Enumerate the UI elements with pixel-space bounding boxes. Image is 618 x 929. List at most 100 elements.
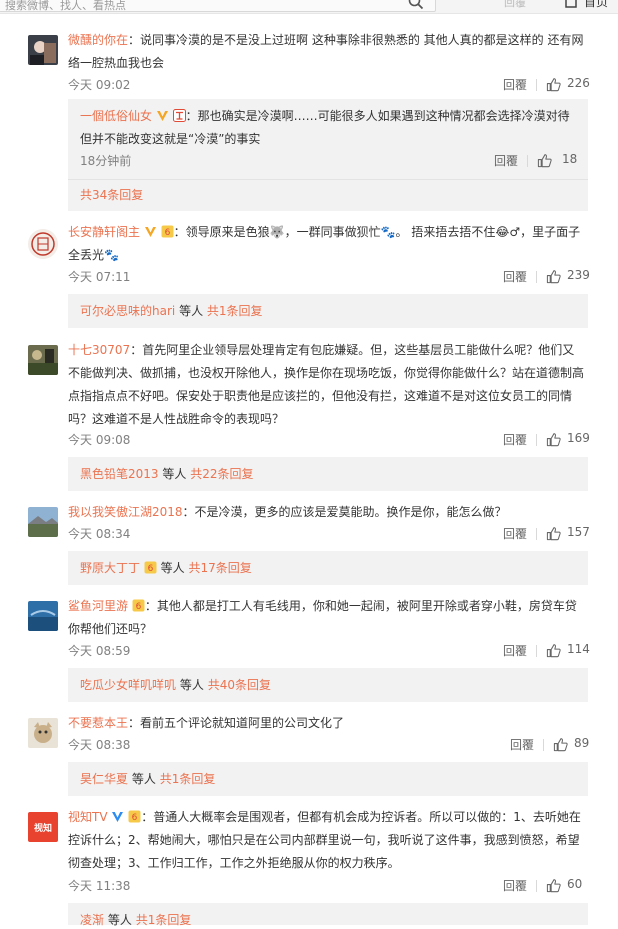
more-replies-count[interactable]: 共40条回复 xyxy=(208,678,271,692)
comment-body: ：其他人都是打工人有毛线用，你和她一起闹，被阿里开除或者穿小鞋，房贷车贷你帮他们… xyxy=(68,599,577,636)
comment-time: 今天 08:34 xyxy=(68,527,131,541)
more-replies-mid: 等人 xyxy=(179,678,204,692)
search-icon[interactable] xyxy=(408,0,424,10)
like-count: 169 xyxy=(567,431,590,445)
comment-body: ：普通人大概率会是围观者，但都有机会成为控诉者。所以可以做的：1、去听她在控诉什… xyxy=(68,810,581,870)
username-link[interactable]: 鲨鱼河里游 xyxy=(68,599,128,613)
reply-button[interactable]: 回覆 xyxy=(503,877,527,894)
svg-text:6: 6 xyxy=(164,228,170,238)
top-cut-label: 回覆 xyxy=(504,0,526,9)
more-replies-link[interactable]: 昊仁华夏 等人 共1条回复 xyxy=(80,770,215,788)
member-badge-icon: 6 xyxy=(128,810,141,823)
more-replies-user[interactable]: 可尔必思味的hari xyxy=(80,304,175,318)
like-icon[interactable] xyxy=(546,878,561,893)
home-icon[interactable] xyxy=(565,0,577,8)
avatar[interactable] xyxy=(28,507,58,537)
reply-box: 吃瓜少女咩叽咩叽 等人 共40条回复 xyxy=(68,668,588,702)
more-replies-link[interactable]: 野原大丁丁 6 等人 共17条回复 xyxy=(80,559,252,577)
username-link[interactable]: 十七30707 xyxy=(68,343,130,357)
reply-button[interactable]: 回覆 xyxy=(503,642,527,659)
sub-reply-body: ：那也确实是冷漠啊……可能很多人如果遇到这种情况都会选择冷漠对待但并不能改变这就… xyxy=(80,109,570,146)
sub-username-link[interactable]: 一個低俗仙女 xyxy=(80,109,152,123)
avatar[interactable] xyxy=(28,718,58,748)
comment-meta: 今天 08:34 回覆 157 xyxy=(68,525,590,543)
reply-box: 黑色铅笔2013 等人 共22条回复 xyxy=(68,457,588,491)
comment-time: 今天 08:59 xyxy=(68,644,131,658)
comment-text: 我以我笑傲江湖2018：不是冷漠，更多的应该是爱莫能助。换作是你，能怎么做？ xyxy=(68,501,586,524)
username-link[interactable]: 长安静轩阁主 xyxy=(68,225,140,239)
more-replies-count[interactable]: 共34条回复 xyxy=(80,188,143,202)
sub-reply-time: 18分钟前 xyxy=(80,154,132,168)
username-link[interactable]: 不要惹本王 xyxy=(68,716,128,730)
meta-divider xyxy=(536,880,537,892)
reply-box: 一個低俗仙女 ：那也确实是冷漠啊……可能很多人如果遇到这种情况都会选择冷漠对待但… xyxy=(68,99,588,211)
reply-box: 可尔必思味的hari 等人 共1条回复 xyxy=(68,294,588,328)
like-count: 239 xyxy=(567,268,590,282)
like-count: 157 xyxy=(567,525,590,539)
more-replies-link[interactable]: 吃瓜少女咩叽咩叽 等人 共40条回复 xyxy=(80,676,271,694)
username-link[interactable]: 我以我笑傲江湖2018 xyxy=(68,505,183,519)
meta-divider xyxy=(536,271,537,283)
comment-text: 长安静轩阁主 6 ：领导原来是色狼🐺，一群同事做狈忙🐾。 捂来捂去捂不住😂♂，里子… xyxy=(68,221,586,267)
comment-text: 视知TV 6 ：普通人大概率会是围观者，但都有机会成为控诉者。所以可以做的：1、去… xyxy=(68,806,586,875)
sub-reply-button[interactable]: 回覆 xyxy=(494,152,518,169)
more-replies-user[interactable]: 吃瓜少女咩叽咩叽 xyxy=(80,678,176,692)
comment-text: 不要惹本王：看前五个评论就知道阿里的公司文化了 xyxy=(68,712,586,735)
comment-text: 鲨鱼河里游 6 ：其他人都是打工人有毛线用，你和她一起闹，被阿里开除或者穿小鞋，房… xyxy=(68,595,586,641)
avatar[interactable] xyxy=(28,35,58,65)
avatar[interactable] xyxy=(28,345,58,375)
home-link[interactable]: 首页 xyxy=(584,0,608,10)
more-replies-count[interactable]: 共1条回复 xyxy=(160,772,216,786)
avatar[interactable] xyxy=(28,601,58,631)
more-replies-count[interactable]: 共1条回复 xyxy=(207,304,263,318)
reply-button[interactable]: 回覆 xyxy=(510,736,534,753)
more-replies-link[interactable]: 黑色铅笔2013 等人 共22条回复 xyxy=(80,465,254,483)
like-icon[interactable] xyxy=(546,269,561,284)
username-link[interactable]: 视知TV xyxy=(68,810,108,824)
more-replies-user[interactable]: 黑色铅笔2013 xyxy=(80,467,159,481)
more-replies-link[interactable]: 共34条回复 xyxy=(80,186,143,204)
comment-body: ：首先阿里企业领导层处理肯定有包庇嫌疑。但，这些基层员工能做什么呢？他们又不能做… xyxy=(68,343,585,426)
meta-divider xyxy=(536,528,537,540)
sub-reply-text: 一個低俗仙女 ：那也确实是冷漠啊……可能很多人如果遇到这种情况都会选择冷漠对待但… xyxy=(80,105,580,151)
more-replies-mid: 等人 xyxy=(162,467,187,481)
member-badge-icon: 6 xyxy=(144,561,157,574)
reply-button[interactable]: 回覆 xyxy=(503,525,527,542)
username-link[interactable]: 微醺的你在 xyxy=(68,33,128,47)
avatar[interactable]: 视知 xyxy=(28,812,58,842)
like-icon[interactable] xyxy=(546,526,561,541)
more-replies-mid: 等人 xyxy=(179,304,204,318)
more-replies-user[interactable]: 昊仁华夏 xyxy=(80,772,128,786)
more-replies-count[interactable]: 共17条回复 xyxy=(189,561,252,575)
comment-meta: 今天 08:59 回覆 114 xyxy=(68,642,590,660)
comment-body: ：不是冷漠，更多的应该是爱莫能助。换作是你，能怎么做？ xyxy=(182,505,507,519)
avatar[interactable] xyxy=(28,229,58,259)
top-bar: 搜索微博、找人、看热点 回覆 首页 xyxy=(0,0,618,14)
member-badge-icon: 6 xyxy=(132,599,145,612)
sub-reply-meta: 18分钟前 回覆 18 xyxy=(80,152,580,170)
more-replies-link[interactable]: 可尔必思味的hari 等人 共1条回复 xyxy=(80,302,263,320)
like-icon[interactable] xyxy=(537,153,552,168)
like-icon[interactable] xyxy=(553,737,568,752)
like-icon[interactable] xyxy=(546,432,561,447)
reply-button[interactable]: 回覆 xyxy=(503,76,527,93)
reply-button[interactable]: 回覆 xyxy=(503,268,527,285)
more-replies-count[interactable]: 共22条回复 xyxy=(190,467,253,481)
comment-meta: 今天 09:02 回覆 226 xyxy=(68,76,590,94)
meta-divider xyxy=(543,739,544,751)
svg-text:6: 6 xyxy=(147,564,153,574)
like-icon[interactable] xyxy=(546,643,561,658)
more-replies-link[interactable]: 凌渐 等人 共1条回复 xyxy=(80,911,191,929)
comment-body: ：说同事冷漠的是不是没上过班啊 这种事除非很熟悉的 其他人真的都是这样的 还有网… xyxy=(68,33,584,70)
comment-text: 微醺的你在：说同事冷漠的是不是没上过班啊 这种事除非很熟悉的 其他人真的都是这样… xyxy=(68,29,586,75)
verified-v-icon xyxy=(112,812,124,822)
comment-meta: 今天 11:38 回覆 60 xyxy=(68,877,586,895)
reply-button[interactable]: 回覆 xyxy=(503,431,527,448)
search-input[interactable]: 搜索微博、找人、看热点 xyxy=(0,0,436,12)
like-icon[interactable] xyxy=(546,77,561,92)
like-count: 114 xyxy=(567,642,590,656)
comment-time: 今天 09:02 xyxy=(68,78,131,92)
more-replies-user[interactable]: 野原大丁丁 xyxy=(80,561,140,575)
search-placeholder: 搜索微博、找人、看热点 xyxy=(5,0,126,12)
sub-separator xyxy=(68,179,588,180)
